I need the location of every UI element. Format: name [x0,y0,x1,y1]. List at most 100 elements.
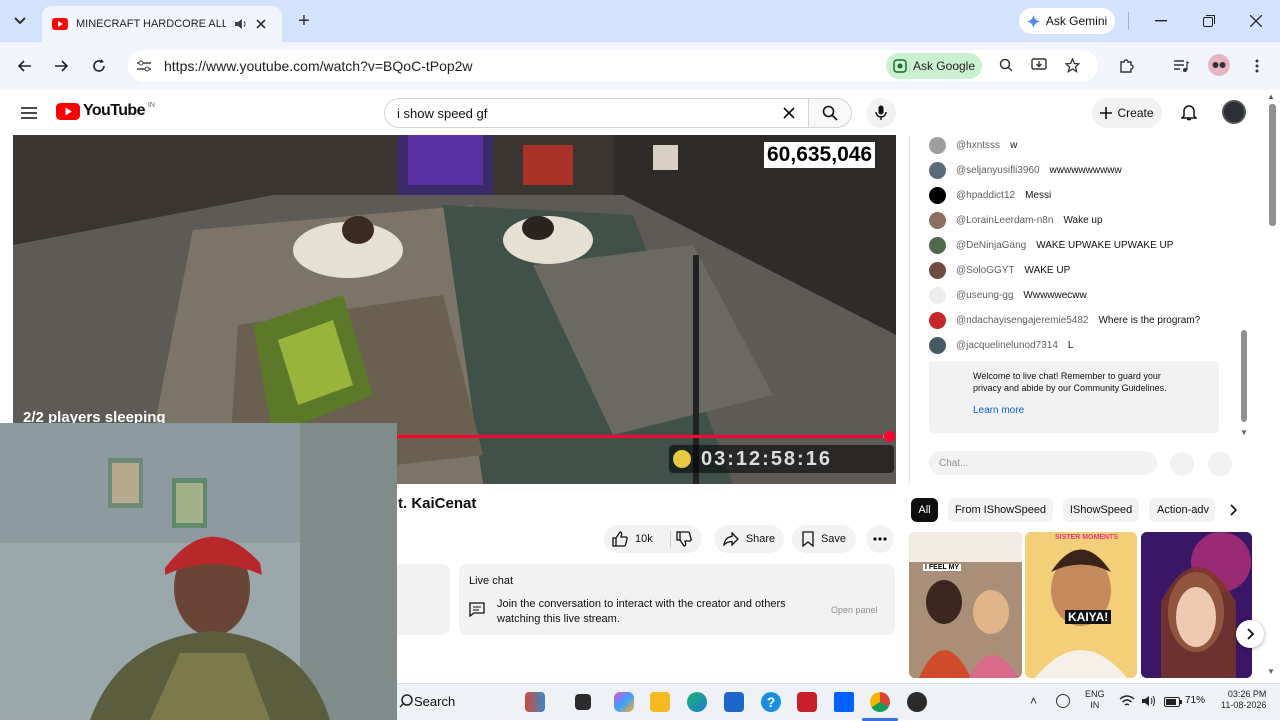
search-button[interactable] [808,98,852,128]
voice-search-button[interactable] [866,98,896,128]
dropbox-icon[interactable] [834,692,854,712]
speaker-icon[interactable] [234,18,248,30]
file-explorer-icon[interactable] [650,692,670,712]
emoji-button[interactable] [1170,452,1194,476]
mcafee-icon[interactable] [797,692,817,712]
progress-track[interactable] [397,435,888,438]
page-scrollbar[interactable] [1269,104,1276,226]
microsoft-store-icon[interactable] [724,692,744,712]
browser-tab[interactable]: MINECRAFT HARDCORE ALL BOS [42,6,282,42]
new-tab-button[interactable]: + [292,8,316,34]
learn-more-link[interactable]: Learn more [973,405,1175,417]
chat-avatar[interactable] [929,186,946,204]
account-avatar[interactable] [1222,100,1246,124]
chat-avatar[interactable] [929,336,946,354]
help-icon[interactable]: ? [761,692,781,712]
youtube-logo[interactable]: YouTube IN [56,102,155,120]
page-scroll-down-icon[interactable]: ▼ [1267,667,1275,676]
chat-message[interactable]: @ndachayisengajeremie5482 Where is the pr… [929,310,1200,330]
create-button[interactable]: Create [1092,98,1162,128]
chat-username[interactable]: @DeNinjaGang [956,240,1026,251]
copilot-icon[interactable] [614,692,634,712]
chat-message[interactable]: @seljanyusifli3960 wwwwwwwwww [929,160,1122,180]
chip-ishowspeed[interactable]: IShowSpeed [1063,498,1139,522]
minimize-window-icon[interactable] [1150,10,1172,32]
page-scroll-up-icon[interactable]: ▲ [1267,92,1275,101]
chip-from-ishowspeed[interactable]: From IShowSpeed [948,498,1053,522]
reload-icon[interactable] [88,55,110,77]
more-actions-button[interactable] [866,525,894,553]
description-box[interactable] [397,564,450,635]
install-app-icon[interactable] [1029,55,1049,75]
chat-message[interactable]: @hpaddict12 Messi [929,185,1051,205]
chat-message[interactable]: @jacquelinelunod7314 L [929,335,1073,355]
open-panel-button[interactable]: Open panel [831,605,878,615]
chat-avatar[interactable] [929,261,946,279]
chat-username[interactable]: @ndachayisengajeremie5482 [956,315,1088,326]
chrome-menu-icon[interactable] [1246,55,1268,77]
wifi-icon[interactable] [1119,694,1135,711]
dislike-button[interactable] [676,531,692,547]
chat-username[interactable]: @useung-gg [956,290,1013,301]
like-button[interactable] [612,531,628,547]
save-button[interactable]: Save [792,525,856,553]
volume-icon[interactable] [1141,694,1157,711]
tray-overflow-chevron-icon[interactable]: ˄ [1030,694,1037,708]
github-desktop-icon[interactable] [907,692,927,712]
chat-username[interactable]: @SoloGGYT [956,265,1015,276]
recommended-video-thumbnail[interactable] [1141,532,1252,678]
chat-avatar[interactable] [929,211,946,229]
chat-avatar[interactable] [929,311,946,329]
scroll-down-arrow-icon[interactable]: ▼ [1240,428,1248,437]
profile-avatar[interactable] [1208,54,1230,76]
notifications-bell-icon[interactable] [1178,101,1200,123]
chat-username[interactable]: @jacquelinelunod7314 [956,340,1058,351]
chat-username[interactable]: @hxntsss [956,140,1000,151]
chat-message[interactable]: @LorainLeerdam-n8n Wake up [929,210,1103,230]
recommended-video-thumbnail[interactable]: I FEEL MY [909,532,1022,678]
chat-input[interactable]: Chat... [929,451,1157,475]
edge-browser-icon[interactable] [687,692,707,712]
chip-all[interactable]: All [911,498,938,522]
chat-username[interactable]: @LorainLeerdam-n8n [956,215,1053,226]
back-icon[interactable] [14,55,36,77]
ask-google-button[interactable]: Ask Google [886,53,982,79]
language-indicator[interactable]: ENG IN [1085,689,1105,711]
send-button[interactable] [1208,452,1232,476]
close-window-icon[interactable] [1245,10,1267,32]
chat-username[interactable]: @seljanyusifli3960 [956,165,1040,176]
recommended-video-thumbnail[interactable]: SISTER MOMENTS KAIYA! [1025,532,1137,678]
tab-search-chevron-icon[interactable] [8,10,32,32]
chat-message[interactable]: @DeNinjaGang WAKE UPWAKE UPWAKE UP [929,235,1173,255]
share-button[interactable]: Share [714,525,784,553]
chat-scrollbar[interactable] [1241,330,1247,422]
chip-action-adventure[interactable]: Action-adv [1149,498,1215,522]
chat-avatar[interactable] [929,286,946,304]
recommendations-next-button[interactable] [1236,620,1264,648]
chat-avatar[interactable] [929,236,946,254]
chat-avatar[interactable] [929,136,946,154]
media-controls-icon[interactable] [1170,55,1192,77]
chat-username[interactable]: @hpaddict12 [956,190,1015,201]
battery-icon[interactable] [1164,695,1182,710]
taskbar-search-label[interactable]: Search [414,694,455,709]
chat-message[interactable]: @useung-gg Wwwwwecww [929,285,1087,305]
search-input[interactable]: i show speed gf [384,98,812,128]
forward-icon[interactable] [50,55,72,77]
zoom-icon[interactable] [996,55,1016,75]
chrome-taskbar-icon[interactable] [870,692,890,712]
hamburger-menu-icon[interactable] [18,102,40,124]
restore-window-icon[interactable] [1198,10,1220,32]
bookmark-star-icon[interactable] [1062,55,1082,75]
chat-message[interactable]: @hxntsss w [929,135,1017,155]
site-info-icon[interactable] [136,58,152,74]
chips-next-icon[interactable] [1226,502,1242,518]
onedrive-icon[interactable] [1056,694,1070,708]
chat-avatar[interactable] [929,161,946,179]
chat-message[interactable]: @SoloGGYT WAKE UP [929,260,1070,280]
taskbar-widget-icon[interactable] [525,692,545,712]
extensions-icon[interactable] [1115,55,1137,77]
task-view-icon[interactable] [575,694,591,710]
clock[interactable]: 03:26 PM 11-08-2026 [1221,689,1266,711]
clear-search-icon[interactable] [782,106,796,120]
